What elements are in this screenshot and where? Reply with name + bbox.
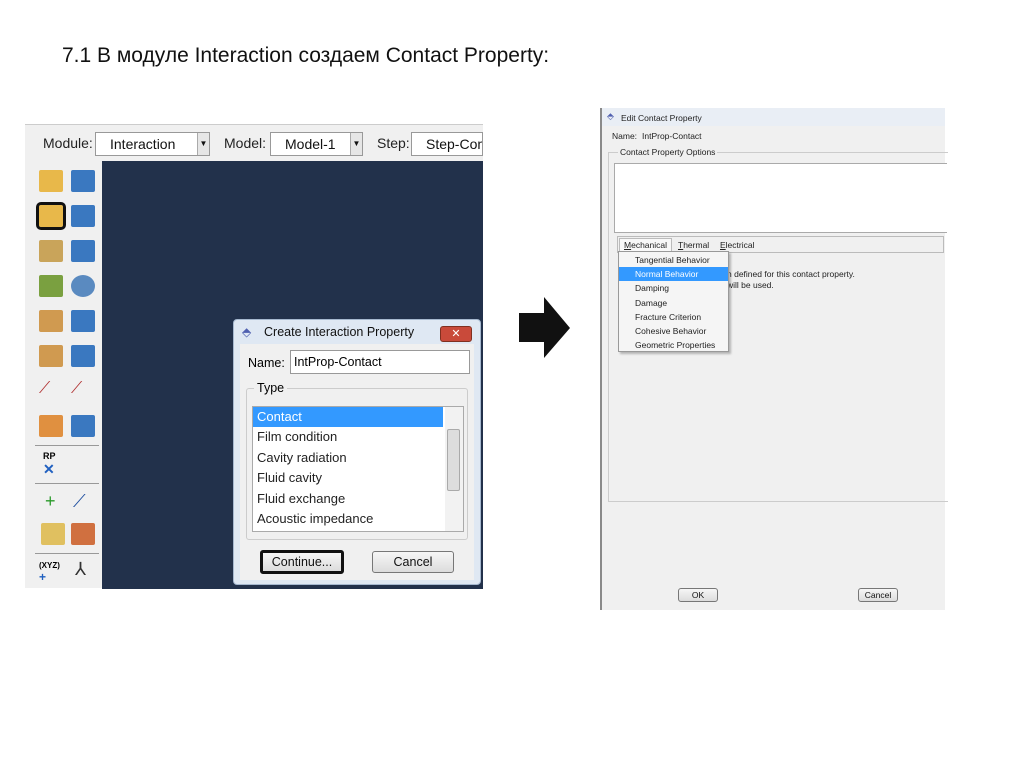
tab-mechanical[interactable]: Mechanical — [619, 238, 673, 251]
type-option-cavity-radiation[interactable]: Cavity radiation — [253, 448, 443, 468]
menu-item-fracture-criterion[interactable]: Fracture Criterion — [619, 310, 728, 324]
close-button[interactable]: ✕ — [440, 326, 472, 342]
connector-section-icon[interactable] — [39, 345, 63, 367]
chevron-down-icon[interactable]: ▼ — [350, 133, 362, 155]
wire-edit-icon[interactable]: ⟋ — [71, 380, 95, 402]
datum-plane-icon[interactable] — [41, 523, 65, 545]
constraint-icon[interactable] — [39, 240, 63, 262]
tab-electrical[interactable]: Electrical — [720, 240, 754, 250]
type-option-contact[interactable]: Contact — [253, 407, 443, 428]
cancel-button[interactable]: Cancel — [858, 588, 898, 602]
scrollbar-thumb[interactable] — [447, 429, 460, 491]
xyz-label: (XYZ) — [39, 561, 60, 570]
step-select[interactable]: Step-Com — [411, 132, 483, 156]
options-label: Contact Property Options — [618, 147, 718, 157]
message-line-1: n defined for this contact property. — [727, 269, 855, 279]
tab-thermal[interactable]: Thermal — [678, 240, 709, 250]
toolbox-divider — [35, 553, 99, 554]
menu-item-geometric-properties[interactable]: Geometric Properties — [619, 338, 728, 352]
fastener-manager-icon[interactable] — [71, 415, 95, 437]
name-label: Name: — [612, 131, 638, 141]
coordinate-icon[interactable]: (XYZ) + — [39, 561, 60, 584]
create-interaction-property-dialog: ⬘ Create Interaction Property ✕ Name: In… — [233, 319, 481, 585]
menu-item-cohesive-behavior[interactable]: Cohesive Behavior — [619, 324, 728, 338]
find-contact-pairs-icon[interactable] — [39, 275, 63, 297]
message-line-2: will be used. — [727, 280, 774, 290]
slide-title: 7.1 В модуле Interaction создаем Contact… — [62, 44, 550, 67]
partition-icon[interactable] — [71, 523, 95, 545]
toolbox-divider — [35, 445, 99, 446]
section-manager-icon[interactable] — [71, 345, 95, 367]
type-option-film-condition[interactable]: Film condition — [253, 427, 443, 447]
datum-axis-icon[interactable]: ⟋ — [73, 491, 86, 512]
dialog-title: Edit Contact Property — [621, 113, 702, 123]
type-label: Type — [254, 381, 288, 395]
ok-button[interactable]: OK — [678, 588, 718, 602]
create-interaction-icon[interactable] — [39, 170, 63, 192]
model-select[interactable]: Model-1 ▼ — [270, 132, 363, 156]
behavior-list[interactable] — [614, 163, 947, 233]
module-value: Interaction — [110, 136, 176, 152]
name-value: IntProp-Contact — [642, 131, 702, 141]
rotate-icon[interactable] — [71, 275, 95, 297]
menu-item-tangential-behavior[interactable]: Tangential Behavior — [619, 253, 728, 267]
step-label: Step: — [377, 135, 410, 151]
cancel-button[interactable]: Cancel — [372, 551, 454, 573]
step-value: Step-Com — [426, 136, 483, 152]
type-list[interactable]: Contact Film condition Cavity radiation … — [252, 406, 464, 532]
dialog-icon: ⬘ — [607, 111, 614, 121]
constraint-manager-icon[interactable] — [71, 240, 95, 262]
dialog-title: Create Interaction Property — [264, 325, 415, 339]
continue-button[interactable]: Continue... — [260, 550, 344, 574]
dialog-icon: ⬘ — [242, 325, 252, 339]
module-select[interactable]: Interaction ▼ — [95, 132, 210, 156]
name-label: Name: — [248, 356, 285, 370]
type-option-fluid-exchange[interactable]: Fluid exchange — [253, 489, 443, 509]
abaqus-main-window: Module: Interaction ▼ Model: Model-1 ▼ Ste… — [25, 124, 483, 589]
wire-icon[interactable]: ⟋ — [39, 380, 63, 402]
type-option-fluid-cavity[interactable]: Fluid cavity — [253, 468, 443, 488]
property-manager-icon[interactable] — [71, 205, 95, 227]
arrow-right-icon — [519, 297, 570, 358]
name-input[interactable]: IntProp-Contact — [290, 350, 470, 374]
csys-icon[interactable]: ⅄ — [75, 559, 86, 580]
menu-item-damage[interactable]: Damage — [619, 296, 728, 310]
type-list-scrollbar[interactable] — [445, 407, 463, 531]
toolbox-divider — [35, 483, 99, 484]
menu-item-normal-behavior[interactable]: Normal Behavior — [619, 267, 728, 282]
menu-item-damping[interactable]: Damping — [619, 281, 728, 295]
connector-manager-icon[interactable] — [71, 310, 95, 332]
fastener-icon[interactable] — [39, 415, 63, 437]
module-label: Module: — [43, 135, 93, 151]
model-label: Model: — [224, 135, 267, 151]
type-option-acoustic-impedance[interactable]: Acoustic impedance — [253, 509, 443, 529]
reference-point-icon[interactable]: RP ✕ — [43, 451, 56, 478]
datum-point-icon[interactable]: + — [45, 491, 56, 512]
interaction-manager-icon[interactable] — [71, 170, 95, 192]
edit-contact-property-dialog: ⬘ Edit Contact Property Name: IntProp-Co… — [600, 108, 948, 610]
model-value: Model-1 — [285, 136, 336, 152]
chevron-down-icon[interactable]: ▼ — [197, 133, 209, 155]
connector-icon[interactable] — [39, 310, 63, 332]
create-interaction-property-icon[interactable] — [36, 202, 66, 230]
mechanical-menu: Tangential Behavior Normal Behavior Damp… — [618, 251, 729, 352]
rp-label: RP — [43, 451, 56, 461]
